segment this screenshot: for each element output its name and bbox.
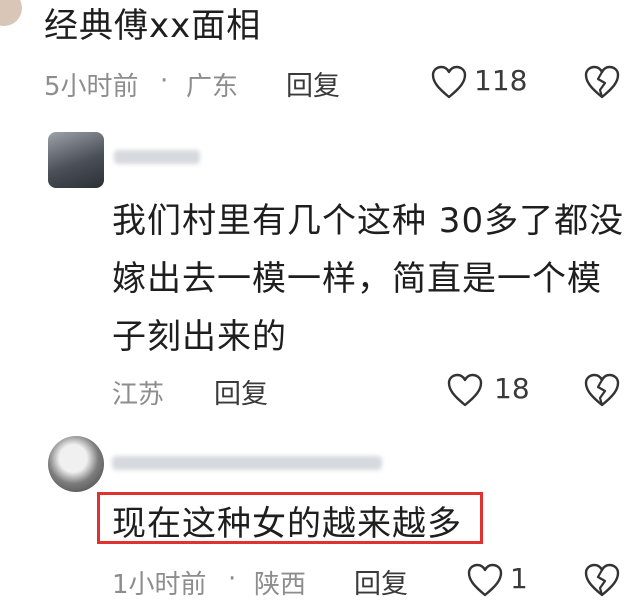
broken-heart-icon[interactable] (583, 64, 621, 100)
avatar[interactable] (0, 0, 22, 26)
like-count: 118 (474, 64, 528, 97)
avatar[interactable] (48, 436, 104, 492)
reply-time: 1小时前 (112, 570, 207, 600)
avatar[interactable] (48, 132, 104, 188)
reply-button[interactable]: 回复 (286, 64, 340, 103)
reply-location: 陕西 (254, 570, 307, 600)
reply-location: 江苏 (112, 380, 165, 410)
meta-dot: · (228, 564, 237, 594)
heart-icon[interactable] (446, 372, 484, 408)
username-blurred[interactable] (114, 150, 200, 164)
comment-text: 经典傅xx面相 (44, 6, 262, 46)
broken-heart-icon[interactable] (583, 562, 621, 598)
reply-text-line-2: 嫁出去一模一样，简直是一个模 (112, 259, 602, 299)
meta-dot: · (160, 66, 169, 96)
heart-icon[interactable] (430, 64, 468, 100)
reply-button[interactable]: 回复 (214, 372, 268, 411)
like-count: 1 (510, 562, 528, 595)
username-blurred[interactable] (112, 456, 382, 470)
reply-text-line-1: 我们村里有几个这种 30多了都没 (112, 201, 625, 241)
like-count: 18 (494, 372, 530, 405)
heart-icon[interactable] (466, 562, 504, 598)
reply-button[interactable]: 回复 (354, 562, 408, 601)
broken-heart-icon[interactable] (583, 372, 621, 408)
comment-location: 广东 (186, 72, 239, 102)
comment-time: 5小时前 (44, 72, 139, 102)
reply-text-line-3: 子刻出来的 (112, 317, 287, 357)
reply-text: 现在这种女的越来越多 (112, 504, 462, 544)
